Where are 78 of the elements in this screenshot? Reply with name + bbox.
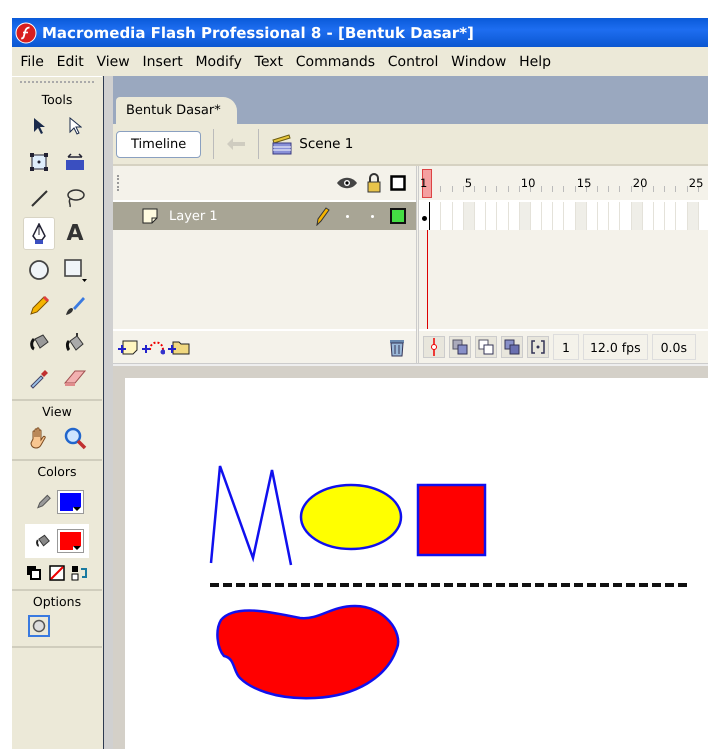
swap-colors-icon (71, 565, 89, 581)
menu-item[interactable]: Control (381, 54, 445, 70)
line-icon (29, 188, 49, 208)
window-title: Macromedia Flash Professional 8 - [Bentuk Dasar*] (42, 24, 474, 42)
gradient-icon (64, 152, 86, 172)
section-title: Colors (37, 464, 77, 479)
modify-markers-button[interactable] (527, 336, 549, 358)
scene-label[interactable]: Scene 1 (299, 136, 354, 152)
text-tool[interactable]: A (59, 217, 91, 250)
overlapping-squares-icon (26, 565, 42, 581)
eye-icon[interactable] (336, 176, 358, 190)
menu-item[interactable]: Edit (50, 54, 90, 70)
eraser-icon (63, 368, 87, 388)
document-tab[interactable]: Bentuk Dasar* (116, 97, 237, 124)
menu-item[interactable]: Window (444, 54, 513, 70)
no-color-icon (49, 565, 65, 581)
color-control[interactable] (25, 524, 89, 558)
magnet-ring-icon (30, 617, 48, 635)
lock-dot[interactable] (371, 214, 374, 218)
trash-icon[interactable] (388, 337, 406, 357)
color-swatch[interactable] (58, 530, 83, 552)
color-swatch[interactable] (58, 491, 83, 513)
pencil-icon (35, 493, 52, 511)
pen-tool[interactable] (23, 217, 55, 250)
frame-number: 15 (576, 176, 592, 190)
section-title: View (42, 404, 72, 419)
layer-name: Layer 1 (169, 208, 218, 224)
brush-icon (64, 294, 86, 316)
section-title: Options (32, 594, 82, 609)
playhead[interactable] (422, 169, 432, 198)
edit-multiple-button[interactable] (501, 336, 523, 358)
menu-item[interactable]: View (90, 54, 136, 70)
menu-item[interactable]: File (14, 54, 50, 70)
frame-number: 1 (420, 176, 428, 190)
onion-outline-button[interactable] (475, 336, 497, 358)
frame-number: 10 (520, 176, 536, 190)
app-logo-icon (15, 22, 37, 44)
pencil-icon (28, 294, 50, 316)
bracket-icon (530, 339, 546, 355)
playhead-icon (429, 338, 439, 356)
outline-square-icon[interactable] (390, 175, 406, 191)
keyframe-dot[interactable] (422, 216, 427, 221)
frame-number: 20 (632, 176, 648, 190)
circle-icon (28, 258, 50, 280)
magnifier-icon (63, 426, 87, 450)
menu-item[interactable]: Modify (189, 54, 248, 70)
onion-skin-icon (452, 339, 468, 355)
panel-splitter[interactable] (102, 76, 113, 749)
menu-item[interactable]: Commands (289, 54, 382, 70)
visible-dot[interactable] (346, 214, 349, 218)
stacked-squares-icon (504, 339, 520, 355)
bucket-icon (64, 330, 86, 352)
add-layer-icon[interactable] (117, 338, 139, 356)
snap-tool[interactable] (28, 615, 50, 637)
menu-item[interactable]: Help (512, 54, 558, 70)
menu-item[interactable]: Text (248, 54, 290, 70)
section-title: Tools (42, 92, 72, 107)
arrow-icon (68, 116, 82, 134)
onion-outline-icon (478, 339, 494, 355)
transform-icon (29, 152, 49, 172)
page-icon (141, 207, 159, 225)
pencil-icon (314, 206, 330, 226)
layer-color-square[interactable] (390, 208, 406, 224)
timeline-button[interactable]: Timeline (116, 130, 202, 158)
pen-icon (31, 222, 47, 244)
elapsed-time: 0.0s (652, 334, 696, 360)
center-frame-button[interactable] (423, 336, 445, 358)
onion-skin-button[interactable] (449, 336, 471, 358)
current-frame: 1 (553, 334, 579, 360)
frame-cell[interactable] (419, 202, 430, 230)
clapperboard-icon (271, 133, 294, 155)
frame-number: 25 (688, 176, 704, 190)
menu-item[interactable]: Insert (136, 54, 190, 70)
frame-number: 5 (464, 176, 472, 190)
lock-icon[interactable] (366, 173, 382, 193)
arrow-icon (32, 116, 46, 134)
rectangle-icon (63, 258, 87, 282)
frame-rate: 12.0 fps (582, 334, 648, 360)
